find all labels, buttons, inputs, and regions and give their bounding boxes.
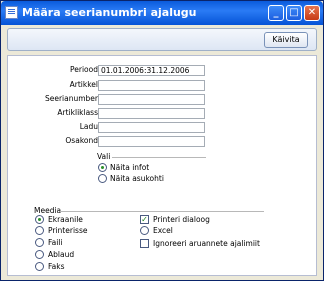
ignoreeri-label[interactable]: Ignoreeri aruannete ajalimiit xyxy=(153,239,260,248)
printeri-dialoog-label[interactable]: Printeri dialoog xyxy=(153,215,210,224)
title-bar[interactable]: Määra seerianumbri ajalugu _ □ ✕ xyxy=(1,1,323,25)
osakond-field[interactable] xyxy=(98,136,205,147)
seerianumber-label: Seerianumber xyxy=(44,94,98,103)
meedia-option-ekraanile[interactable]: Ekraanile xyxy=(48,215,83,224)
form-panel: Periood 01.01.2006:31.12.2006 Artikkel S… xyxy=(7,55,317,276)
meedia-divider xyxy=(60,211,264,212)
ladu-field[interactable] xyxy=(98,122,205,133)
meedia-radio-ekraanile[interactable] xyxy=(35,215,44,224)
meedia-option-faili[interactable]: Faili xyxy=(48,238,62,247)
periood-label: Periood xyxy=(70,65,98,74)
periood-field[interactable]: 01.01.2006:31.12.2006 xyxy=(98,65,205,76)
window-title: Määra seerianumbri ajalugu xyxy=(22,6,197,19)
ladu-label: Ladu xyxy=(79,122,98,131)
vali-option-info[interactable]: Näita infot xyxy=(110,163,149,172)
osakond-label: Osakond xyxy=(65,136,98,145)
meedia-option-ablaud[interactable]: Ablaud xyxy=(48,250,74,259)
dialog-window: Määra seerianumbri ajalugu _ □ ✕ Käivita… xyxy=(0,0,324,281)
vali-divider xyxy=(112,157,206,158)
artikkel-field[interactable] xyxy=(98,80,205,91)
close-button[interactable]: ✕ xyxy=(304,5,320,21)
app-icon xyxy=(5,6,18,19)
meedia-option-printerisse[interactable]: Printerisse xyxy=(48,226,87,235)
excel-radio[interactable] xyxy=(140,226,149,235)
vali-radio-asukohad[interactable] xyxy=(98,174,107,183)
meedia-radio-faks[interactable] xyxy=(35,262,44,271)
artikliklass-field[interactable] xyxy=(98,108,205,119)
meedia-option-faks[interactable]: Faks xyxy=(48,262,64,271)
excel-label[interactable]: Excel xyxy=(153,226,173,235)
meedia-radio-printerisse[interactable] xyxy=(35,226,44,235)
ignoreeri-checkbox[interactable] xyxy=(140,239,149,248)
meedia-radio-faili[interactable] xyxy=(35,238,44,247)
vali-group-title: Vali xyxy=(97,152,111,161)
artikkel-label: Artikkel xyxy=(69,80,98,89)
vali-radio-info[interactable] xyxy=(98,163,107,172)
meedia-group-title: Meedia xyxy=(34,206,62,215)
artikliklass-label: Artikliklass xyxy=(57,108,98,117)
minimize-button[interactable]: _ xyxy=(268,5,284,21)
maximize-button[interactable]: □ xyxy=(286,5,302,21)
seerianumber-field[interactable] xyxy=(98,94,205,105)
vali-option-asukohad[interactable]: Näita asukohti xyxy=(110,174,164,183)
run-button[interactable]: Käivita xyxy=(264,32,308,48)
meedia-radio-ablaud[interactable] xyxy=(35,250,44,259)
printeri-dialoog-checkbox[interactable]: ✓ xyxy=(140,215,149,224)
